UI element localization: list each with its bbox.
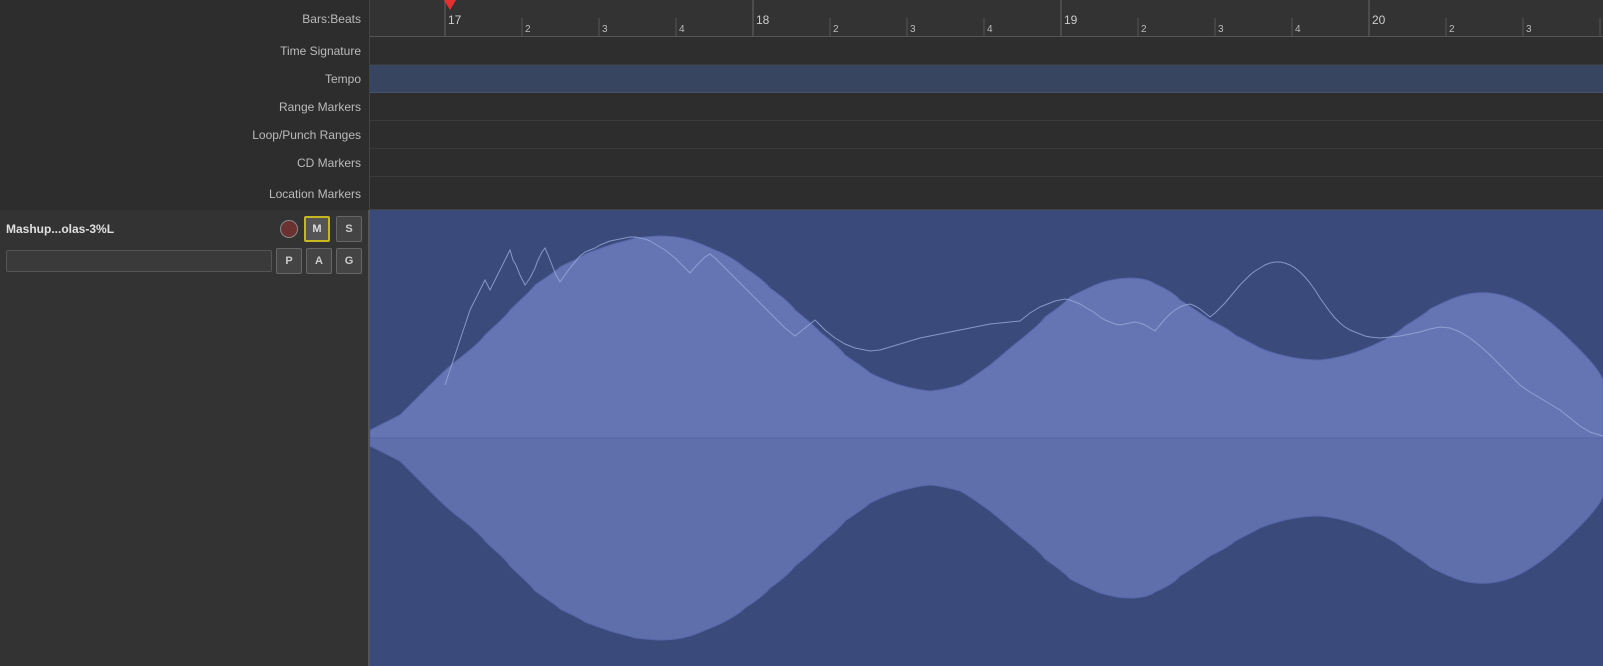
loop-punch-label-row: Loop/Punch Ranges (0, 121, 369, 149)
svg-text:3: 3 (602, 24, 608, 35)
timeline-area: Bars:Beats Time Signature Tempo Range Ma… (0, 0, 1603, 210)
mute-button[interactable]: M (304, 216, 330, 242)
svg-text:4: 4 (679, 24, 685, 35)
playlist-button[interactable]: P (276, 248, 302, 274)
cd-markers-ruler (370, 149, 1603, 177)
track-name-row: Mashup...olas-3%L M S (6, 216, 362, 242)
svg-text:17: 17 (448, 13, 462, 27)
group-button[interactable]: G (336, 248, 362, 274)
ruler-track[interactable]: 17 2 3 4 18 2 3 4 (370, 0, 1603, 210)
volume-fader[interactable] (6, 250, 272, 272)
main-container: Bars:Beats Time Signature Tempo Range Ma… (0, 0, 1603, 666)
svg-text:2: 2 (1141, 24, 1147, 35)
svg-text:3: 3 (910, 24, 916, 35)
svg-text:4: 4 (1295, 24, 1301, 35)
time-sig-label-row: Time Signature (0, 37, 369, 65)
tempo-label-row: Tempo (0, 65, 369, 93)
svg-text:3: 3 (1526, 24, 1532, 35)
bars-beats-label-row: Bars:Beats (0, 0, 369, 37)
svg-text:2: 2 (833, 24, 839, 35)
range-markers-label: Range Markers (279, 100, 361, 114)
cd-markers-label: CD Markers (297, 156, 361, 170)
svg-text:3: 3 (1218, 24, 1224, 35)
loop-punch-label: Loop/Punch Ranges (252, 128, 361, 142)
timeline-labels: Bars:Beats Time Signature Tempo Range Ma… (0, 0, 370, 210)
track-area: Mashup...olas-3%L M S P A G (0, 210, 1603, 666)
playhead (444, 0, 456, 10)
time-signature-label: Time Signature (280, 44, 361, 58)
range-markers-ruler (370, 93, 1603, 121)
track-header: Mashup...olas-3%L M S P A G (0, 210, 370, 666)
location-markers-label: Location Markers (269, 187, 361, 201)
tempo-label: Tempo (325, 72, 361, 86)
loop-punch-ruler (370, 121, 1603, 149)
ruler-svg: 17 2 3 4 18 2 3 4 (370, 0, 1603, 36)
tempo-ruler (370, 65, 1603, 93)
track-controls-row: P A G (6, 248, 362, 274)
svg-text:19: 19 (1064, 13, 1078, 27)
svg-text:2: 2 (525, 24, 531, 35)
svg-text:2: 2 (1449, 24, 1455, 35)
location-markers-label-row: Location Markers (0, 177, 369, 210)
range-markers-label-row: Range Markers (0, 93, 369, 121)
cd-markers-label-row: CD Markers (0, 149, 369, 177)
svg-text:18: 18 (756, 13, 770, 27)
waveform-display[interactable] (370, 210, 1603, 666)
svg-text:20: 20 (1372, 13, 1386, 27)
track-name: Mashup...olas-3%L (6, 222, 274, 236)
solo-button[interactable]: S (336, 216, 362, 242)
time-signature-ruler (370, 37, 1603, 65)
automation-button[interactable]: A (306, 248, 332, 274)
bars-beats-label: Bars:Beats (302, 12, 361, 26)
svg-text:4: 4 (987, 24, 993, 35)
waveform-svg (370, 210, 1603, 666)
record-arm-button[interactable] (280, 220, 298, 238)
bars-beats-ruler[interactable]: 17 2 3 4 18 2 3 4 (370, 0, 1603, 37)
location-markers-ruler (370, 177, 1603, 210)
